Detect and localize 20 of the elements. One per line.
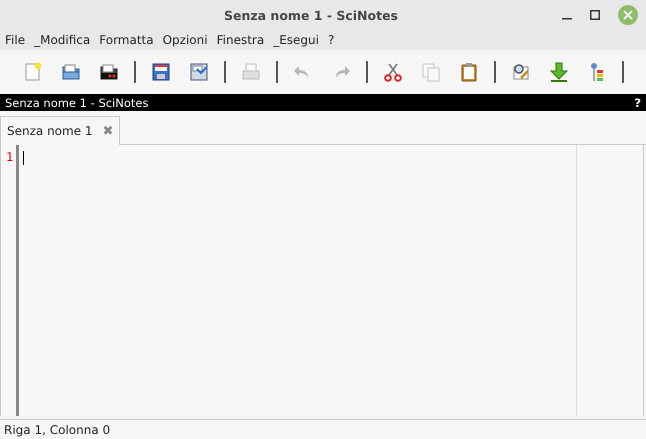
menu-item[interactable]: _Modifica xyxy=(34,33,90,47)
help-button[interactable]: ? xyxy=(634,96,641,110)
text-cursor xyxy=(23,151,24,165)
window-title: Senza nome 1 - SciNotes xyxy=(222,8,399,22)
tab-label: Senza nome 1 xyxy=(7,124,93,138)
down-arrow-icon xyxy=(548,61,570,83)
copy-icon xyxy=(420,61,442,83)
dock-title: Senza nome 1 - SciNotes xyxy=(5,96,148,110)
menu-item[interactable]: Opzioni xyxy=(162,33,208,47)
maximize-icon[interactable] xyxy=(590,10,600,20)
menu-item[interactable]: _Esegui xyxy=(273,33,319,47)
editor-area[interactable]: 1 xyxy=(0,145,644,416)
menu-item[interactable]: Formatta xyxy=(99,33,154,47)
menu-item[interactable]: ? xyxy=(328,33,334,47)
scissors-icon xyxy=(382,61,404,83)
editor-tab[interactable]: Senza nome 1 ✖ xyxy=(0,116,120,145)
menu-item[interactable]: Finestra xyxy=(216,33,264,47)
cursor-position: Riga 1, Colonna 0 xyxy=(4,422,110,436)
line-number: 1 xyxy=(6,150,14,164)
menu-item[interactable]: File xyxy=(5,33,26,47)
